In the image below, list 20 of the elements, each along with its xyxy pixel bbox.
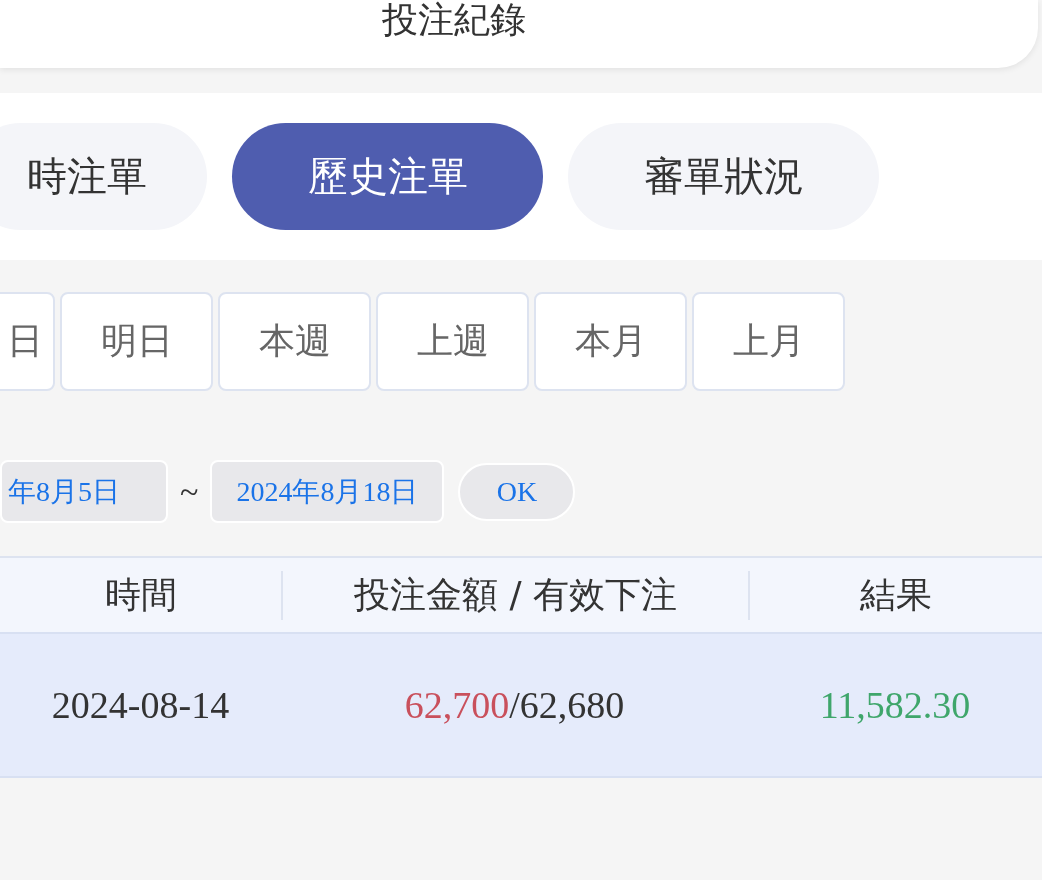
date-cell-text: 2024-08-14 (50, 683, 231, 727)
range-separator: ~ (180, 472, 199, 511)
tab[interactable]: 歷史注單 (232, 123, 543, 230)
ok-button[interactable]: OK (458, 462, 576, 521)
tab[interactable]: 審單狀況 (568, 123, 879, 230)
date-range-button[interactable]: 本週 (218, 292, 371, 391)
column-header: 結果 (748, 570, 1042, 620)
date-range-button[interactable]: 明日 (60, 292, 213, 391)
column-header: 時間 (103, 572, 178, 617)
start-date-field[interactable]: 年8月5日 (0, 460, 168, 523)
end-date-field[interactable]: 2024年8月18日 (210, 460, 445, 523)
column-header: 投注金額 / 有效下注 (281, 570, 748, 620)
page-title: 投注紀錄 (382, 0, 526, 40)
result-cell-text: 11,582.30 (818, 683, 972, 727)
amount-cell-text: 62,700/62,680 (403, 683, 626, 727)
date-range-button[interactable]: 本月 (534, 292, 687, 391)
tab[interactable]: 時注單 (0, 123, 207, 230)
date-range-button[interactable]: 上週 (376, 292, 529, 391)
date-range-button[interactable]: 日 (0, 292, 55, 391)
date-range-button[interactable]: 上月 (692, 292, 845, 391)
